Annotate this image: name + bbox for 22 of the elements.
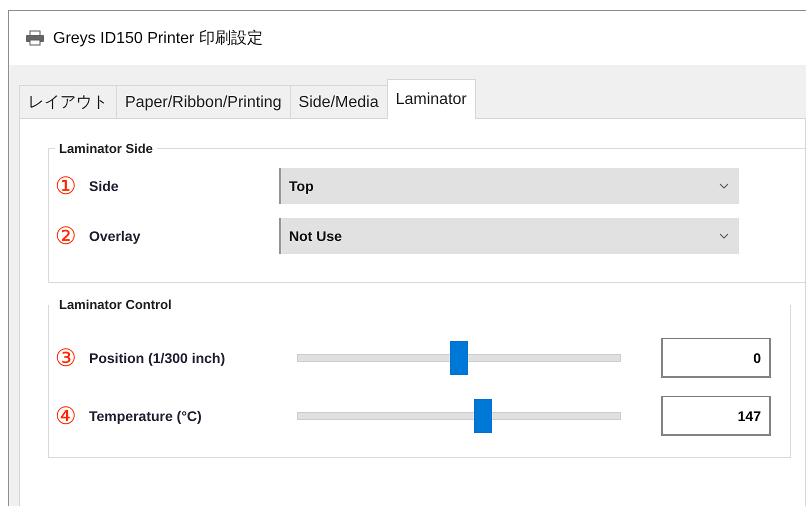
number-field[interactable]: 0: [661, 338, 771, 378]
slider-thumb[interactable]: [474, 399, 492, 433]
dropdown[interactable]: Top: [279, 168, 739, 204]
number-marker: ④: [55, 402, 78, 430]
field-label: Position (1/300 inch): [89, 350, 226, 366]
tab[interactable]: レイアウト: [19, 85, 117, 119]
group-title: Laminator Side: [58, 141, 154, 156]
chevron-icon: [719, 233, 729, 239]
field-label: Temperature (°C): [89, 408, 203, 424]
number-marker: ②: [55, 222, 78, 250]
number-marker: ①: [55, 172, 78, 200]
dropdown[interactable]: Not Use: [279, 218, 739, 254]
number-field[interactable]: 147: [661, 396, 771, 436]
group-title: Laminator Control: [58, 297, 173, 312]
field-label: Overlay: [89, 228, 142, 244]
chevron-icon: [719, 183, 729, 189]
printer-icon: [25, 30, 45, 46]
field-label: Side: [89, 178, 120, 194]
slider-thumb[interactable]: [450, 341, 468, 375]
window-title: Greys ID150 Printer 印刷設定: [53, 28, 263, 48]
number-marker: ③: [55, 344, 78, 372]
tab[interactable]: Laminator: [386, 79, 476, 119]
